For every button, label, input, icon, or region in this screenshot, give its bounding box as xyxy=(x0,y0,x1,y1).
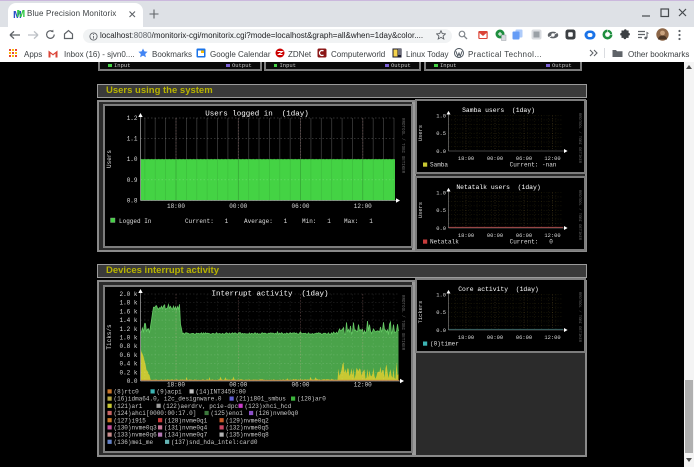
svg-text:Current: -nan: Current: -nan xyxy=(510,162,557,169)
svg-text:(134)nvme0q7: (134)nvme0q7 xyxy=(164,432,208,439)
svg-text:Ticks/s: Ticks/s xyxy=(106,324,113,350)
svg-text:RRDTOOL / TOBI OETIKER: RRDTOOL / TOBI OETIKER xyxy=(400,295,405,351)
svg-text:1.6 k: 1.6 k xyxy=(119,308,137,315)
svg-text:0.8: 0.8 xyxy=(127,198,138,205)
svg-text:18:00: 18:00 xyxy=(458,233,474,239)
svg-text:Min: 1: Min: 1 xyxy=(302,218,331,225)
svg-text:18:00: 18:00 xyxy=(167,382,185,389)
svg-text:Users logged in (1day): Users logged in (1day) xyxy=(205,111,309,119)
svg-text:Samba: Samba xyxy=(430,162,448,169)
svg-text:06:00: 06:00 xyxy=(291,382,309,389)
svg-text:(129)nvme0q2: (129)nvme0q2 xyxy=(226,417,270,424)
svg-text:0.4 k: 0.4 k xyxy=(119,361,137,368)
svg-text:1.0: 1.0 xyxy=(436,191,446,197)
svg-text:(123)xhci_hcd: (123)xhci_hcd xyxy=(245,403,292,410)
svg-text:1.0: 1.0 xyxy=(436,293,446,299)
svg-text:2.0 k: 2.0 k xyxy=(119,291,137,298)
svg-text:18:00: 18:00 xyxy=(458,156,474,162)
svg-text:M: M xyxy=(17,8,26,20)
svg-text:0.0: 0.0 xyxy=(436,226,446,232)
svg-text:0.5: 0.5 xyxy=(436,310,446,316)
svg-text:1.0 k: 1.0 k xyxy=(119,335,137,342)
svg-text:0.6 k: 0.6 k xyxy=(119,352,137,359)
svg-text:06:00: 06:00 xyxy=(291,203,309,210)
svg-text:(14)INT3450:00: (14)INT3450:00 xyxy=(196,389,247,396)
svg-text:(122)aerdrv, pcie-dpc: (122)aerdrv, pcie-dpc xyxy=(163,403,239,410)
svg-text:00:00: 00:00 xyxy=(487,335,503,341)
svg-text:Current: 1: Current: 1 xyxy=(185,218,229,225)
svg-text:12:00: 12:00 xyxy=(354,203,372,210)
svg-text:(8)rtc0: (8)rtc0 xyxy=(114,389,140,396)
svg-text:(121)ar1: (121)ar1 xyxy=(114,403,143,410)
svg-text:1.2 k: 1.2 k xyxy=(119,326,137,333)
svg-text:(132)nvme0q5: (132)nvme0q5 xyxy=(226,425,270,432)
svg-text:(135)nvme0q8: (135)nvme0q8 xyxy=(226,432,270,439)
svg-text:Netatalk: Netatalk xyxy=(430,239,459,246)
svg-text:Users: Users xyxy=(418,125,424,141)
svg-text:Tickers: Tickers xyxy=(418,301,424,324)
svg-text:Average: 1: Average: 1 xyxy=(244,218,288,225)
svg-text:(16)idma64.0, i2c_designware.0: (16)idma64.0, i2c_designware.0 xyxy=(114,396,222,403)
svg-text:18:00: 18:00 xyxy=(167,203,185,210)
svg-text:0.0: 0.0 xyxy=(436,328,446,334)
svg-text:1.8 k: 1.8 k xyxy=(119,300,137,307)
svg-text:(9)acpi: (9)acpi xyxy=(157,389,183,396)
svg-text:Users: Users xyxy=(418,202,424,218)
svg-text:(133)nvme0q6: (133)nvme0q6 xyxy=(114,432,158,439)
svg-text:0.5: 0.5 xyxy=(436,208,446,214)
svg-text:Core activity (1day): Core activity (1day) xyxy=(458,286,539,293)
svg-text:(124)ahci[0000:00:17.0]: (124)ahci[0000:00:17.0] xyxy=(114,410,197,417)
svg-text:(131)nvme0q4: (131)nvme0q4 xyxy=(164,425,208,432)
svg-text:0.8 k: 0.8 k xyxy=(119,343,137,350)
svg-text:1.0: 1.0 xyxy=(127,156,138,163)
svg-text:00:00: 00:00 xyxy=(229,382,247,389)
svg-text:1.4 k: 1.4 k xyxy=(119,317,137,324)
svg-text:Samba users (1day): Samba users (1day) xyxy=(462,107,535,114)
svg-text:(137)snd_hda_intel:card0: (137)snd_hda_intel:card0 xyxy=(171,439,258,446)
svg-text:12:00: 12:00 xyxy=(544,335,560,341)
svg-text:12:00: 12:00 xyxy=(354,382,372,389)
svg-text:Users: Users xyxy=(106,150,113,168)
svg-text:0.9: 0.9 xyxy=(127,177,138,184)
svg-text:1.2: 1.2 xyxy=(127,115,138,122)
svg-text:0.0: 0.0 xyxy=(436,149,446,155)
svg-text:0.5: 0.5 xyxy=(436,131,446,137)
svg-text:00:00: 00:00 xyxy=(229,203,247,210)
svg-text:(0)timer: (0)timer xyxy=(430,341,459,348)
svg-text:0.2 k: 0.2 k xyxy=(119,369,137,376)
svg-text:Current: 0: Current: 0 xyxy=(510,239,554,246)
svg-text:RRDTOOL / TOBI OETIKER: RRDTOOL / TOBI OETIKER xyxy=(577,190,582,241)
svg-text:(130)nvme0q3: (130)nvme0q3 xyxy=(114,425,158,432)
svg-text:(136)mei_me: (136)mei_me xyxy=(114,439,154,446)
svg-text:Interrupt activity (1day): Interrupt activity (1day) xyxy=(211,291,328,299)
svg-text:(21)i801_smbus: (21)i801_smbus xyxy=(236,396,287,403)
svg-text:(128)nvme0q1: (128)nvme0q1 xyxy=(164,417,208,424)
svg-text:(120)ar0: (120)ar0 xyxy=(297,396,326,403)
svg-text:(127)i915: (127)i915 xyxy=(114,417,147,424)
svg-text:RRDTOOL / TOBI OETIKER: RRDTOOL / TOBI OETIKER xyxy=(577,292,582,343)
svg-text:1.0: 1.0 xyxy=(436,114,446,120)
svg-text:RRDTOOL / TOBI OETIKER: RRDTOOL / TOBI OETIKER xyxy=(577,113,582,164)
svg-text:18:00: 18:00 xyxy=(458,335,474,341)
svg-text:(126)nvme0q0: (126)nvme0q0 xyxy=(255,410,299,417)
svg-text:RRDTOOL / TOBI OETIKER: RRDTOOL / TOBI OETIKER xyxy=(400,118,405,174)
svg-text:(125)eno1: (125)eno1 xyxy=(211,410,244,417)
svg-text:Max: 1: Max: 1 xyxy=(344,218,373,225)
svg-text:06:00: 06:00 xyxy=(516,335,532,341)
svg-text:00:00: 00:00 xyxy=(487,156,503,162)
svg-text:1.1: 1.1 xyxy=(127,136,138,143)
svg-text:Logged In: Logged In xyxy=(119,218,152,225)
svg-text:Netatalk users (1day): Netatalk users (1day) xyxy=(456,184,540,191)
svg-text:00:00: 00:00 xyxy=(487,233,503,239)
svg-text:0.0: 0.0 xyxy=(127,378,138,385)
